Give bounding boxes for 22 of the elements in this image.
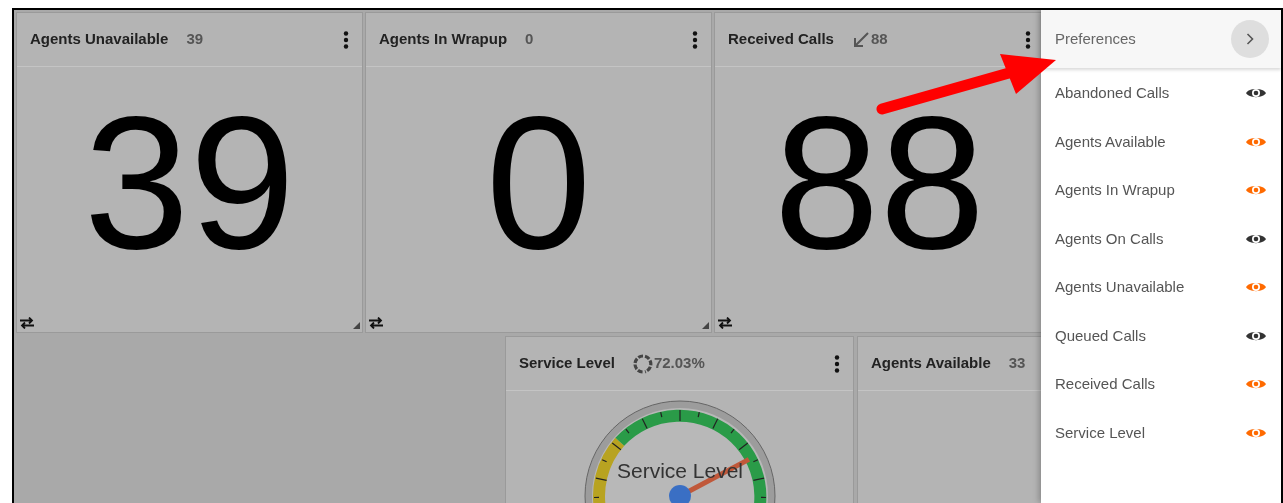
preference-item[interactable]: Service Level bbox=[1041, 408, 1281, 457]
tile-title: Received Calls bbox=[728, 29, 834, 50]
tile-title: Agents In Wrapup bbox=[379, 29, 508, 50]
preference-item[interactable]: Abandoned Calls bbox=[1041, 69, 1281, 118]
preference-item[interactable]: Agents Unavailable bbox=[1041, 263, 1281, 312]
big-number: 0 bbox=[485, 87, 592, 290]
big-number: 39 bbox=[83, 87, 296, 290]
preference-item[interactable]: Agents Available bbox=[1041, 117, 1281, 166]
panel-title: Preferences bbox=[1055, 28, 1136, 49]
tile-title: Service Level bbox=[519, 353, 615, 374]
preference-item[interactable]: Received Calls bbox=[1041, 360, 1281, 409]
tile-count: 72.03% bbox=[653, 353, 705, 374]
tile-count: 0 bbox=[525, 29, 534, 50]
tile-count: 39 bbox=[186, 29, 204, 50]
tile-count: 88 bbox=[870, 29, 888, 50]
tile-title: Agents Available bbox=[871, 353, 991, 374]
preference-item[interactable]: Agents In Wrapup bbox=[1041, 166, 1281, 215]
preference-item[interactable]: Agents On Calls bbox=[1041, 214, 1281, 263]
tile-title: Agents Unavailable bbox=[30, 29, 169, 50]
tile-count: 33 bbox=[1008, 353, 1026, 374]
big-number: 88 bbox=[773, 87, 986, 290]
preference-item[interactable]: Queued Calls bbox=[1041, 311, 1281, 360]
